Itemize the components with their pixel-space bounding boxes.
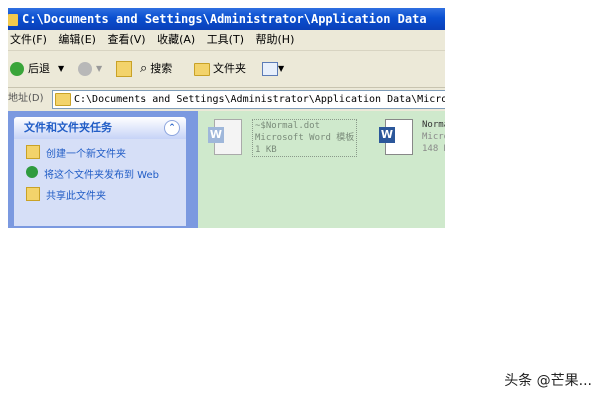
- address-input[interactable]: C:\Documents and Settings\Administrator\…: [52, 90, 445, 109]
- back-dropdown-icon[interactable]: ▼: [58, 58, 64, 80]
- file-label: ~$Normal.dot Microsoft Word 模板 1 KB: [252, 119, 358, 157]
- file-name: ~$Normal.dot: [255, 121, 321, 131]
- share-folder-icon: [26, 187, 40, 201]
- search-button[interactable]: ⌕ 搜索: [140, 58, 172, 80]
- address-label: 地址(D): [8, 93, 44, 104]
- file-type: Micro: [422, 132, 445, 142]
- task-publish-web[interactable]: 将这个文件夹发布到 Web: [14, 166, 186, 181]
- menu-view[interactable]: 查看(V): [105, 30, 151, 50]
- forward-arrow-icon: [78, 62, 92, 76]
- forward-button[interactable]: ▼: [78, 58, 102, 80]
- watermark: 头条 @芒果...: [504, 373, 592, 389]
- folders-button[interactable]: 文件夹: [192, 58, 246, 80]
- address-bar: 地址(D) C:\Documents and Settings\Administ…: [8, 88, 445, 110]
- folders-label: 文件夹: [213, 62, 246, 75]
- menu-bar: 文件(F) 编辑(E) 查看(V) 收藏(A) 工具(T) 帮助(H): [8, 30, 445, 51]
- back-label: 后退: [28, 62, 50, 75]
- tasks-heading[interactable]: 文件和文件夹任务 ⌃: [14, 117, 186, 139]
- views-dropdown-icon: ▼: [278, 64, 285, 73]
- up-button[interactable]: [116, 58, 132, 80]
- folder-icon: [55, 92, 71, 106]
- menu-help[interactable]: 帮助(H): [254, 30, 301, 50]
- file-name: Norma: [422, 120, 445, 130]
- file-view: 文件和文件夹任务 ⌃ 创建一个新文件夹 将这个文件夹发布到 Web 共享此文件夹: [8, 111, 445, 228]
- globe-icon: [26, 166, 38, 178]
- file-label: Norma Micro 148 K: [422, 119, 445, 155]
- forward-dropdown-icon: ▼: [96, 64, 103, 73]
- task-new-folder[interactable]: 创建一个新文件夹: [14, 145, 186, 160]
- address-value: C:\Documents and Settings\Administrator\…: [74, 94, 445, 105]
- back-button[interactable]: 后退 ▼: [10, 58, 64, 80]
- menu-file[interactable]: 文件(F): [8, 30, 53, 50]
- title-bar: C:\Documents and Settings\Administrator\…: [8, 8, 445, 30]
- collapse-icon[interactable]: ⌃: [164, 120, 180, 136]
- toolbar: 后退 ▼ ▼ ⌕ 搜索 文件夹 ▼: [8, 51, 445, 88]
- views-icon: [262, 62, 278, 76]
- views-button[interactable]: ▼: [262, 58, 284, 80]
- menu-favorites[interactable]: 收藏(A): [155, 30, 201, 50]
- window-title: C:\Documents and Settings\Administrator\…: [22, 12, 427, 26]
- explorer-window: C:\Documents and Settings\Administrator\…: [8, 8, 445, 228]
- folder-icon: [8, 13, 18, 26]
- menu-tools[interactable]: 工具(T): [205, 30, 250, 50]
- search-icon: ⌕: [140, 61, 148, 76]
- up-folder-icon: [116, 61, 132, 77]
- file-folder-tasks: 文件和文件夹任务 ⌃ 创建一个新文件夹 将这个文件夹发布到 Web 共享此文件夹: [14, 117, 186, 226]
- word-document-icon: W: [208, 117, 242, 157]
- search-label: 搜索: [150, 62, 173, 75]
- word-document-icon: W: [379, 117, 413, 157]
- task-pane: 文件和文件夹任务 ⌃ 创建一个新文件夹 将这个文件夹发布到 Web 共享此文件夹: [8, 111, 198, 228]
- file-size: 1 KB: [255, 145, 277, 155]
- folders-icon: [194, 62, 210, 76]
- task-share-folder[interactable]: 共享此文件夹: [14, 187, 186, 202]
- file-size: 148 K: [422, 144, 445, 154]
- new-folder-icon: [26, 145, 40, 159]
- file-type: Microsoft Word 模板: [255, 133, 355, 143]
- menu-edit[interactable]: 编辑(E): [56, 30, 102, 50]
- back-arrow-icon: [10, 62, 24, 76]
